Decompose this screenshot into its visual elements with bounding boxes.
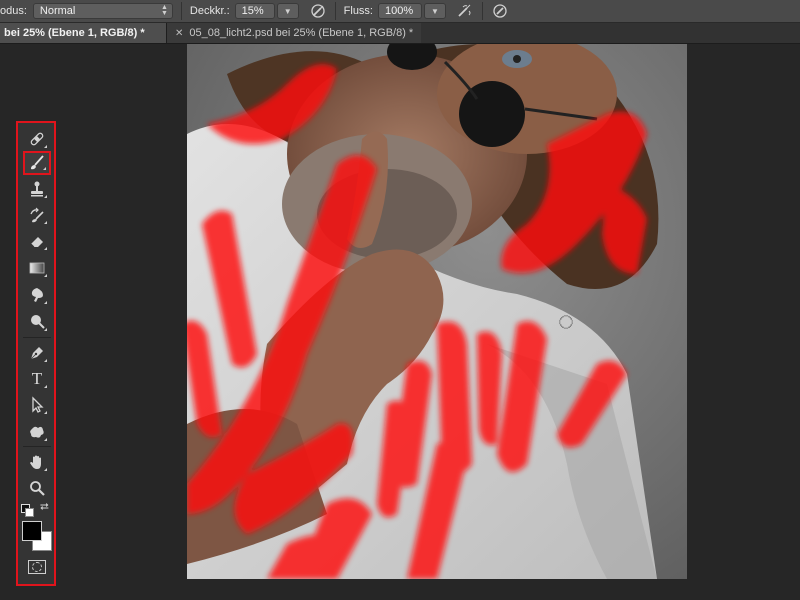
tab-document-2[interactable]: ✕ 05_08_licht2.psd bei 25% (Ebene 1, RGB… — [166, 23, 422, 43]
tool-eraser[interactable] — [24, 229, 50, 253]
tools-panel: T ⮂ — [16, 121, 56, 586]
options-bar: odus: Normal ▲ ▼ Deckkr.: 15% ▼ Fluss: 10… — [0, 0, 800, 23]
flow-label: Fluss: — [343, 5, 373, 17]
opacity-input[interactable]: 15% — [234, 3, 275, 19]
opacity-dropdown-button[interactable]: ▼ — [276, 3, 299, 19]
opacity-value: 15% — [241, 5, 264, 17]
flow-value: 100% — [385, 5, 414, 17]
chevron-down-icon: ▼ — [431, 6, 439, 16]
tool-path-selection[interactable] — [24, 393, 50, 417]
tool-gradient[interactable] — [24, 256, 50, 280]
mode-value: Normal — [39, 5, 76, 17]
tab-label: bei 25% (Ebene 1, RGB/8) * — [4, 27, 145, 39]
type-icon: T — [31, 369, 43, 388]
dropdown-arrows-icon: ▲ ▼ — [160, 4, 168, 17]
tool-history-brush[interactable] — [24, 203, 50, 227]
flow-dropdown-button[interactable]: ▼ — [424, 3, 446, 19]
pressure-size-icon[interactable] — [491, 2, 509, 20]
flyout-indicator — [44, 411, 47, 414]
foreground-color-swatch[interactable] — [22, 521, 42, 541]
tool-brush[interactable] — [23, 151, 51, 175]
flyout-indicator — [44, 328, 47, 331]
swap-colors-icon[interactable]: ⮂ — [40, 501, 49, 514]
tool-zoom[interactable] — [24, 476, 50, 500]
flyout-indicator — [44, 274, 47, 277]
flyout-indicator — [43, 167, 46, 170]
flyout-indicator — [44, 385, 47, 388]
tab-document-1[interactable]: bei 25% (Ebene 1, RGB/8) * — [0, 23, 166, 43]
quick-mask-icon — [32, 562, 42, 572]
tool-pen[interactable] — [24, 341, 50, 365]
airbrush-icon[interactable] — [456, 2, 474, 20]
chevron-down-icon: ▼ — [283, 6, 292, 16]
flyout-indicator — [44, 468, 47, 471]
divider — [180, 2, 182, 20]
tool-type[interactable]: T — [24, 367, 50, 391]
tool-spot-healing-brush[interactable] — [24, 127, 50, 151]
close-icon[interactable]: ✕ — [175, 28, 183, 39]
mode-label: odus: — [0, 5, 27, 17]
mode-dropdown[interactable]: Normal ▲ ▼ — [32, 3, 173, 19]
tab-label: 05_08_licht2.psd bei 25% (Ebene 1, RGB/8… — [189, 27, 414, 39]
default-colors-icon[interactable] — [21, 504, 34, 517]
flyout-indicator — [44, 247, 47, 250]
pressure-opacity-icon[interactable] — [309, 2, 327, 20]
tool-blur[interactable] — [24, 283, 50, 307]
flyout-indicator — [44, 145, 47, 148]
zoom-icon — [30, 481, 45, 496]
photo-image — [187, 44, 687, 579]
quick-mask-button[interactable] — [28, 560, 46, 574]
tool-hand[interactable] — [24, 450, 50, 474]
flyout-indicator — [44, 438, 47, 441]
flyout-indicator — [44, 195, 47, 198]
flyout-indicator — [44, 221, 47, 224]
flyout-indicator — [44, 359, 47, 362]
toolbar-divider — [23, 337, 51, 338]
flow-input[interactable]: 100% — [378, 3, 422, 19]
document-canvas[interactable] — [187, 44, 687, 579]
opacity-label: Deckkr.: — [189, 5, 230, 17]
toolbar-divider — [23, 446, 51, 447]
divider — [334, 2, 336, 20]
flyout-indicator — [44, 301, 47, 304]
divider — [482, 2, 483, 20]
tool-custom-shape[interactable] — [24, 420, 50, 444]
tool-dodge[interactable] — [24, 310, 50, 334]
document-tab-bar: bei 25% (Ebene 1, RGB/8) * ✕ 05_08_licht… — [0, 23, 800, 44]
tool-clone-stamp[interactable] — [24, 177, 50, 201]
